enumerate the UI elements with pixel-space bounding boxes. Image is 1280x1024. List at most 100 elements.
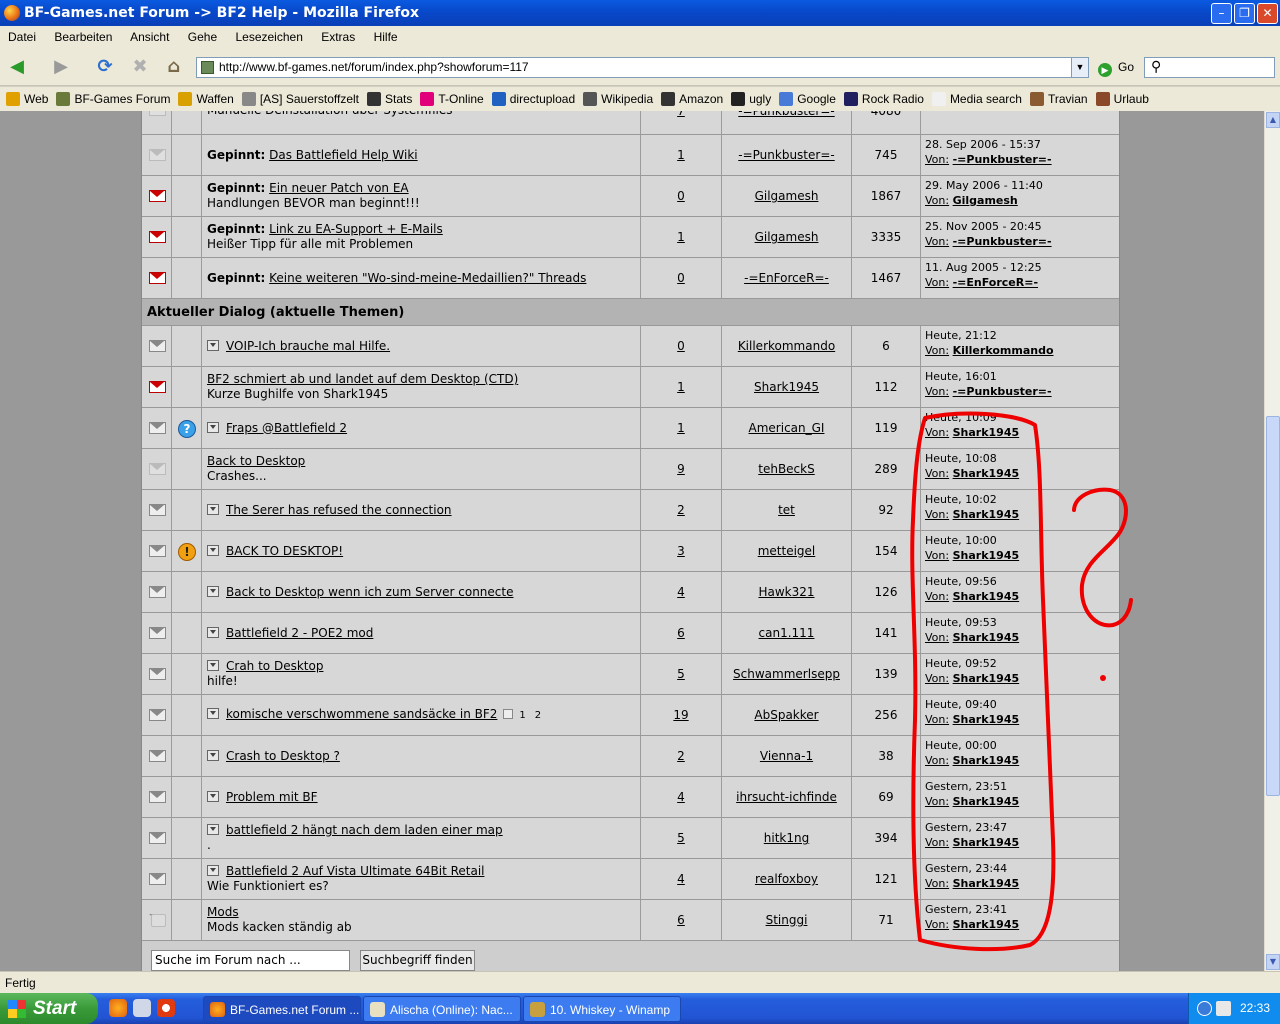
last-post-author-link[interactable]: -=Punkbuster=- <box>953 385 1052 398</box>
last-post-author-link[interactable]: Shark1945 <box>953 795 1020 808</box>
author-link[interactable]: Gilgamesh <box>722 230 851 244</box>
minimize-button[interactable]: – <box>1211 3 1232 24</box>
topic-link[interactable]: battlefield 2 hängt nach dem laden einer… <box>226 823 503 837</box>
replies-count-link[interactable]: 1 <box>641 380 721 394</box>
bookmark-0[interactable]: Web <box>6 87 48 111</box>
stop-icon[interactable]: ✖ <box>127 54 153 80</box>
author-link[interactable]: Killerkommando <box>722 339 851 353</box>
last-post-author-link[interactable]: Shark1945 <box>953 467 1020 480</box>
scrollbar-thumb[interactable] <box>1266 416 1280 796</box>
start-button[interactable]: Start <box>0 993 98 1024</box>
replies-count-link[interactable]: 0 <box>641 339 721 353</box>
vertical-scrollbar[interactable]: ▲ ▼ <box>1264 111 1280 971</box>
replies-count-link[interactable]: 19 <box>641 708 721 722</box>
page-link[interactable]: 2 <box>535 710 541 721</box>
topic-link[interactable]: BACK TO DESKTOP! <box>226 544 343 558</box>
topic-arrow-icon[interactable] <box>207 708 219 719</box>
scroll-down-icon[interactable]: ▼ <box>1266 954 1280 970</box>
bookmark-3[interactable]: [AS] Sauerstoffzelt <box>241 87 359 111</box>
author-link[interactable]: can1.111 <box>722 626 851 640</box>
bookmark-11[interactable]: Rock Radio <box>843 87 924 111</box>
topic-link[interactable]: Mods <box>207 905 239 919</box>
topic-link[interactable]: VOIP-Ich brauche mal Hilfe. <box>226 339 390 353</box>
author-link[interactable]: metteigel <box>722 544 851 558</box>
search-submit-button[interactable]: Suchbegriff finden <box>360 950 475 971</box>
topic-arrow-icon[interactable] <box>207 503 219 515</box>
author-link[interactable]: Gilgamesh <box>722 189 851 203</box>
topic-arrow-icon[interactable] <box>207 626 219 638</box>
network-icon[interactable] <box>1216 1001 1231 1016</box>
author-link[interactable]: Vienna-1 <box>722 749 851 763</box>
go-button[interactable]: ▶ Go <box>1098 58 1134 77</box>
topic-arrow-icon[interactable] <box>207 865 219 876</box>
topic-arrow-icon[interactable] <box>207 544 219 556</box>
topic-link[interactable]: komische verschwommene sandsäcke in BF2 <box>226 707 497 721</box>
author-link[interactable]: ihrsucht-ichfinde <box>722 790 851 804</box>
topic-link[interactable]: Back to Desktop wenn ich zum Server conn… <box>226 585 513 599</box>
replies-count-link[interactable]: 7 <box>641 111 721 118</box>
bookmark-10[interactable]: Google <box>779 87 836 111</box>
topic-arrow-icon[interactable] <box>207 824 219 835</box>
bookmark-12[interactable]: Media search <box>931 87 1022 111</box>
replies-count-link[interactable]: 6 <box>641 913 721 927</box>
topic-arrow-icon[interactable] <box>207 660 219 671</box>
bookmark-7[interactable]: Wikipedia <box>583 87 653 111</box>
topic-link[interactable]: Crah to Desktop <box>226 659 323 673</box>
tray-collapse-icon[interactable] <box>1197 1001 1212 1016</box>
topic-link[interactable]: Battlefield 2 Auf Vista Ultimate 64Bit R… <box>226 864 485 878</box>
author-link[interactable]: Hawk321 <box>722 585 851 599</box>
scroll-up-icon[interactable]: ▲ <box>1266 112 1280 128</box>
last-post-author-link[interactable]: Shark1945 <box>953 918 1020 931</box>
topic-arrow-icon[interactable] <box>207 749 219 761</box>
last-post-author-link[interactable]: Shark1945 <box>953 426 1020 439</box>
replies-count-link[interactable]: 9 <box>641 462 721 476</box>
topic-link[interactable]: Das Battlefield Help Wiki <box>269 148 417 162</box>
replies-count-link[interactable]: 2 <box>641 749 721 763</box>
topic-link[interactable]: Crash to Desktop ? <box>226 749 340 763</box>
last-post-author-link[interactable]: Shark1945 <box>953 631 1020 644</box>
author-link[interactable]: -=Punkbuster=- <box>722 111 851 118</box>
topic-link[interactable]: Link zu EA-Support + E-Mails <box>269 222 443 236</box>
last-post-author-link[interactable]: Shark1945 <box>953 836 1020 849</box>
menu-datei[interactable]: Datei <box>8 30 36 44</box>
last-post-author-link[interactable]: Shark1945 <box>953 508 1020 521</box>
replies-count-link[interactable]: 0 <box>641 189 721 203</box>
menu-ansicht[interactable]: Ansicht <box>130 30 169 44</box>
topic-link[interactable]: Battlefield 2 - POE2 mod <box>226 626 373 640</box>
menu-bearbeiten[interactable]: Bearbeiten <box>54 30 112 44</box>
bookmark-2[interactable]: Waffen <box>178 87 234 111</box>
author-link[interactable]: AbSpakker <box>722 708 851 722</box>
last-post-author-link[interactable]: Shark1945 <box>953 549 1020 562</box>
topic-link[interactable]: BF2 schmiert ab und landet auf dem Deskt… <box>207 372 518 386</box>
last-post-author-link[interactable]: -=Punkbuster=- <box>953 235 1052 248</box>
target-quicklaunch-icon[interactable] <box>157 999 175 1017</box>
menu-gehe[interactable]: Gehe <box>188 30 217 44</box>
topic-arrow-icon[interactable] <box>207 339 219 351</box>
author-link[interactable]: Schwammerlsepp <box>722 667 851 681</box>
page-link[interactable]: 1 <box>519 710 525 721</box>
replies-count-link[interactable]: 5 <box>641 667 721 681</box>
author-link[interactable]: Shark1945 <box>722 380 851 394</box>
last-post-author-link[interactable]: Shark1945 <box>953 713 1020 726</box>
replies-count-link[interactable]: 1 <box>641 421 721 435</box>
bookmark-13[interactable]: Travian <box>1029 87 1088 111</box>
bookmark-14[interactable]: Urlaub <box>1095 87 1149 111</box>
bookmark-9[interactable]: ugly <box>731 87 771 111</box>
search-engine-input[interactable]: ⚲ <box>1144 57 1275 78</box>
replies-count-link[interactable]: 3 <box>641 544 721 558</box>
close-button[interactable]: ✕ <box>1257 3 1278 24</box>
replies-count-link[interactable]: 5 <box>641 831 721 845</box>
topic-link[interactable]: Keine weiteren "Wo-sind-meine-Medaillien… <box>269 271 586 285</box>
replies-count-link[interactable]: 6 <box>641 626 721 640</box>
last-post-author-link[interactable]: Gilgamesh <box>953 194 1018 207</box>
firefox-quicklaunch-icon[interactable] <box>109 999 127 1017</box>
author-link[interactable]: American_GI <box>722 421 851 435</box>
last-post-author-link[interactable]: Shark1945 <box>953 672 1020 685</box>
bookmark-6[interactable]: directupload <box>491 87 575 111</box>
last-post-author-link[interactable]: Shark1945 <box>953 590 1020 603</box>
last-post-author-link[interactable]: Shark1945 <box>953 877 1020 890</box>
replies-count-link[interactable]: 4 <box>641 790 721 804</box>
menu-extras[interactable]: Extras <box>321 30 355 44</box>
maximize-button[interactable]: ❐ <box>1234 3 1255 24</box>
task-chat[interactable]: Alischa (Online): Nac... <box>363 996 521 1022</box>
